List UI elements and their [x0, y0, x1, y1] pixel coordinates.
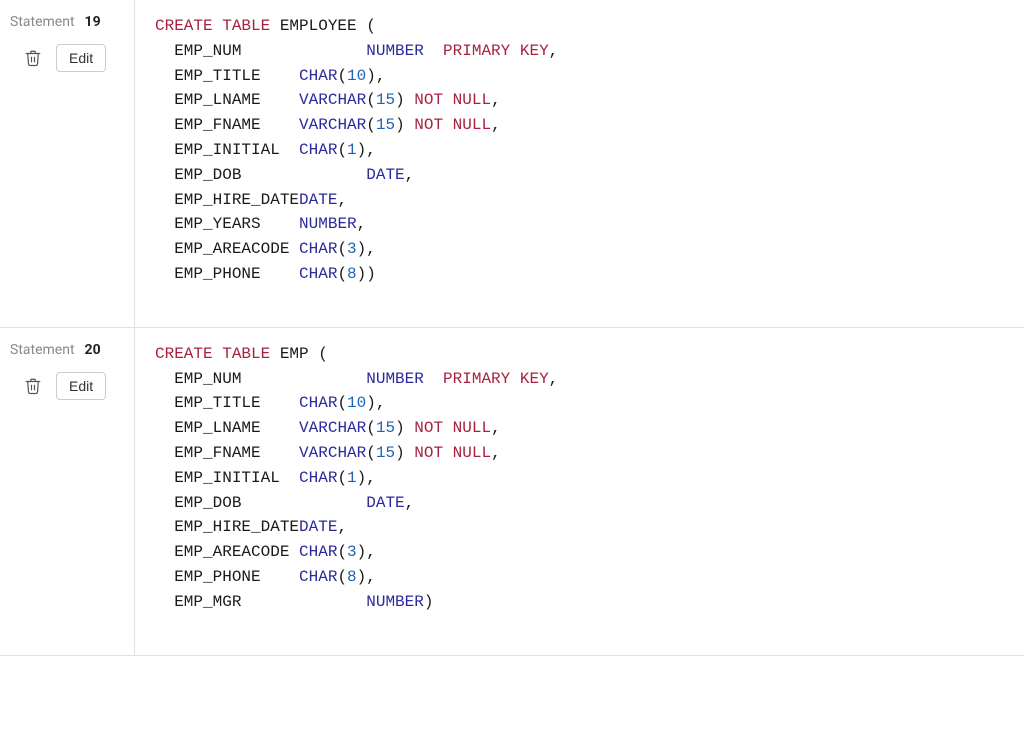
edit-button[interactable]: Edit: [56, 372, 106, 400]
sql-code[interactable]: CREATE TABLE EMP ( EMP_NUM NUMBER PRIMAR…: [135, 328, 1024, 655]
statement-number: 20: [85, 342, 101, 358]
statement-actions: Edit: [10, 44, 124, 72]
statement-actions: Edit: [10, 372, 124, 400]
statement-sidebar: Statement 20 Edit: [0, 328, 135, 655]
statement-block: Statement 19 Edit CREATE TABLE EMPLOYEE ( E…: [0, 0, 1024, 328]
statement-sidebar: Statement 19 Edit: [0, 0, 135, 327]
statement-number: 19: [85, 14, 101, 30]
statements-container: Statement 19 Edit CREATE TABLE EMPLOYEE ( E…: [0, 0, 1024, 656]
statement-label: Statement: [10, 14, 75, 30]
trash-icon[interactable]: [24, 377, 42, 395]
sql-code[interactable]: CREATE TABLE EMPLOYEE ( EMP_NUM NUMBER P…: [135, 0, 1024, 327]
statement-block: Statement 20 Edit CREATE TABLE EMP ( EMP_NU…: [0, 328, 1024, 656]
statement-header: Statement 20: [10, 342, 124, 358]
trash-icon[interactable]: [24, 49, 42, 67]
edit-button[interactable]: Edit: [56, 44, 106, 72]
statement-header: Statement 19: [10, 14, 124, 30]
statement-label: Statement: [10, 342, 75, 358]
